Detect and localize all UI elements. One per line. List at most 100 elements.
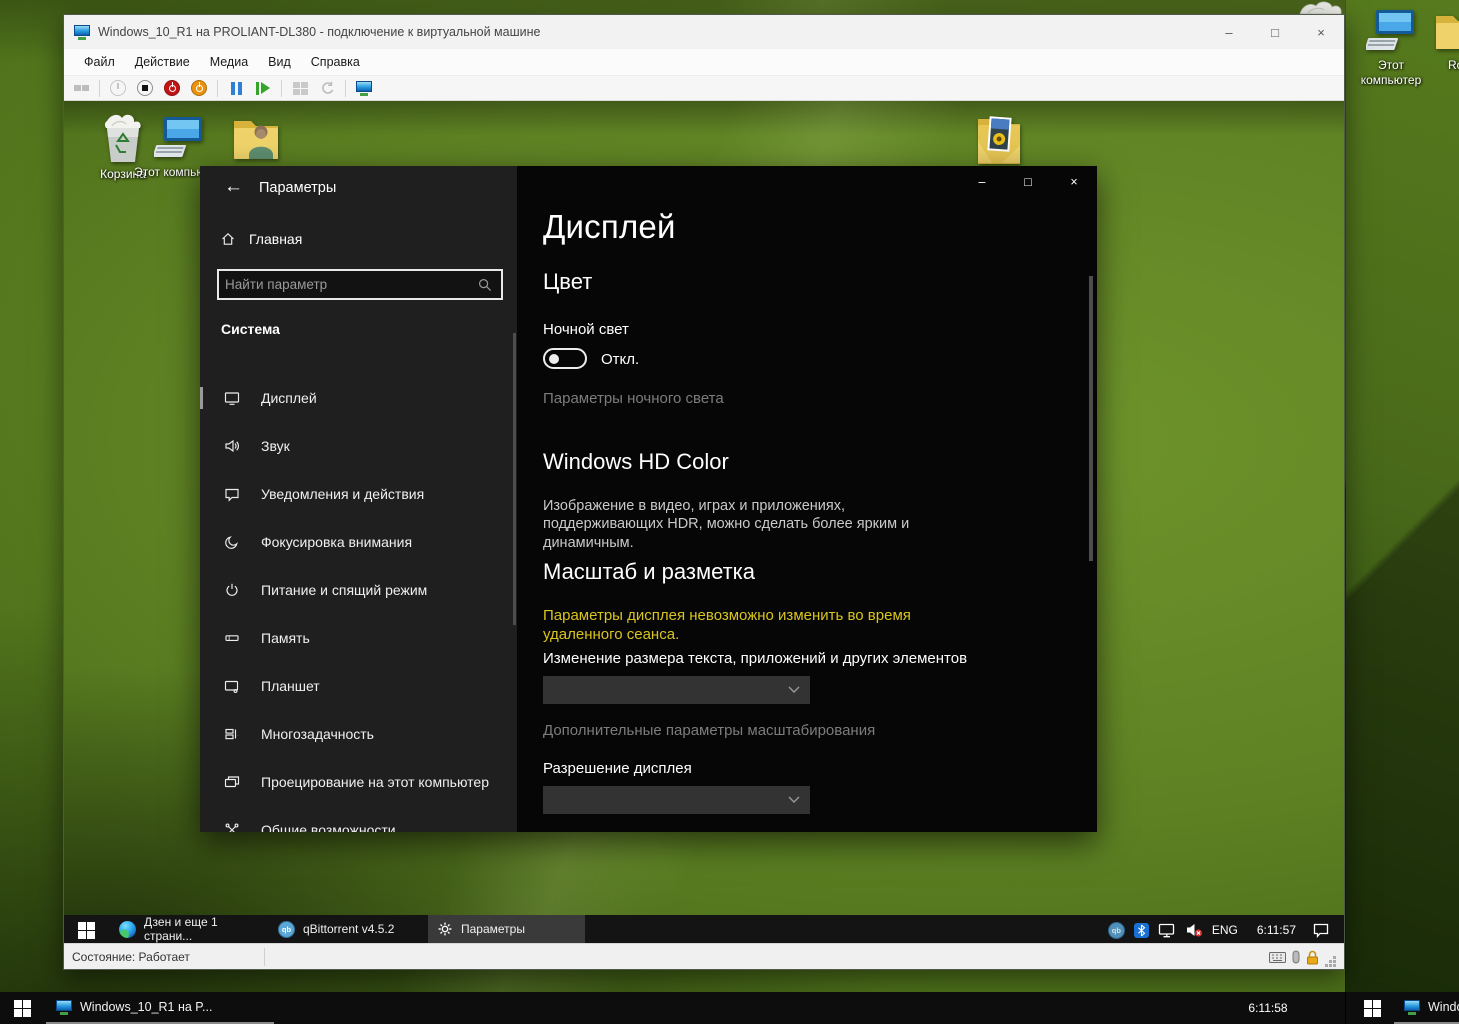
scale-dropdown[interactable] — [543, 676, 810, 704]
sidebar-item-sound[interactable]: Звук — [200, 422, 517, 470]
computer-icon — [154, 115, 204, 161]
hyperv-status-bar: Состояние: Работает — [64, 943, 1344, 969]
host-recycle-bin-paper[interactable] — [1296, 0, 1344, 14]
sidebar-item-multitasking[interactable]: Многозадачность — [200, 710, 517, 758]
user-folder-icon — [230, 115, 280, 163]
keyboard-icon — [1269, 952, 1286, 963]
vm-desktop-icon-pictures-folder[interactable] — [954, 111, 1044, 167]
action-center-icon[interactable] — [1312, 922, 1330, 938]
sidebar-item-projecting[interactable]: Проецирование на этот компьютер — [200, 758, 517, 806]
home-icon — [220, 231, 236, 247]
language-indicator[interactable]: ENG — [1212, 923, 1238, 937]
checkpoint-icon[interactable] — [291, 79, 309, 97]
taskbar-button-label: qBittorrent v4.5.2 — [303, 922, 394, 936]
shared-experiences-icon — [224, 822, 240, 832]
host-taskbar-button-vmconnect-monitor2[interactable]: Windows_10_R1 на P. — [1394, 992, 1459, 1024]
sound-icon — [224, 438, 240, 454]
vm-taskbar-button-edge[interactable]: Дзен и еще 1 страни... — [110, 915, 267, 945]
hyperv-minimize-button[interactable]: – — [1206, 15, 1252, 49]
vm-desktop-icon-user-folder[interactable] — [210, 115, 300, 163]
remote-session-warning: Параметры дисплея невозможно изменить во… — [543, 607, 983, 645]
content-scrollbar[interactable] — [1089, 276, 1093, 561]
sidebar-item-tablet[interactable]: Планшет — [200, 662, 517, 710]
icon-label: Этот компьютер — [1352, 58, 1430, 88]
night-light-state: Откл. — [601, 351, 639, 368]
bluetooth-icon[interactable] — [1134, 923, 1149, 938]
revert-icon[interactable] — [318, 79, 336, 97]
display-icon — [224, 390, 240, 406]
taskbar-button-label: Windows_10_R1 на P. — [1428, 1000, 1459, 1014]
host-clock[interactable]: 6:11:58 — [1226, 992, 1310, 1024]
shutdown-vm-icon[interactable] — [163, 79, 181, 97]
sidebar-item-notifications[interactable]: Уведомления и действия — [200, 470, 517, 518]
search-input[interactable] — [219, 277, 477, 292]
host-desktop-icon-folder-ron[interactable]: Ron — [1424, 10, 1459, 73]
resize-grip[interactable] — [1325, 956, 1336, 967]
resolution-label: Разрешение дисплея — [543, 760, 692, 777]
vm-taskbar: Дзен и еще 1 страни... qb qBittorrent v4… — [64, 915, 1344, 945]
vm-taskbar-button-qbittorrent[interactable]: qb qBittorrent v4.5.2 — [269, 915, 426, 945]
menu-help[interactable]: Справка — [301, 51, 370, 73]
host-start-button[interactable] — [0, 992, 44, 1024]
sidebar-item-power-sleep[interactable]: Питание и спящий режим — [200, 566, 517, 614]
sidebar-item-focus-assist[interactable]: Фокусировка внимания — [200, 518, 517, 566]
hyperv-close-button[interactable]: × — [1298, 15, 1344, 49]
enhanced-session-icon[interactable] — [355, 79, 373, 97]
vm-start-button[interactable] — [64, 915, 108, 945]
save-vm-icon[interactable] — [190, 79, 208, 97]
nav-label: Фокусировка внимания — [261, 534, 412, 550]
network-icon[interactable] — [1158, 922, 1176, 938]
pictures-folder-icon — [973, 111, 1025, 167]
host-taskbar-button-vmconnect[interactable]: Windows_10_R1 на P... — [46, 992, 274, 1024]
hyperv-app-icon — [1404, 1000, 1420, 1015]
start-vm-icon[interactable] — [109, 79, 127, 97]
hyperv-menu-bar: Файл Действие Медиа Вид Справка — [64, 49, 1344, 76]
night-light-toggle[interactable] — [543, 348, 587, 369]
sidebar-item-storage[interactable]: Память — [200, 614, 517, 662]
chevron-down-icon — [788, 796, 800, 804]
vm-clock[interactable]: 6:11:57 — [1257, 923, 1296, 937]
menu-view[interactable]: Вид — [258, 51, 301, 73]
lock-icon — [1306, 950, 1319, 965]
settings-window: ← Параметры Главная Система — [200, 166, 1097, 832]
ctrl-alt-del-icon[interactable] — [72, 79, 90, 97]
settings-minimize-button[interactable]: – — [959, 166, 1005, 197]
advanced-scaling-link[interactable]: Дополнительные параметры масштабирования — [543, 722, 875, 739]
back-arrow-icon[interactable]: ← — [216, 172, 251, 202]
nav-label: Дисплей — [261, 390, 317, 406]
resume-vm-icon[interactable] — [254, 79, 272, 97]
sidebar-scrollbar[interactable] — [513, 333, 516, 625]
pause-vm-icon[interactable] — [227, 79, 245, 97]
night-light-settings-link[interactable]: Параметры ночного света — [543, 390, 724, 407]
hyperv-app-icon — [56, 1000, 72, 1015]
hyperv-toolbar — [64, 76, 1344, 101]
nav-label: Память — [261, 630, 310, 646]
menu-action[interactable]: Действие — [125, 51, 200, 73]
status-separator — [264, 948, 265, 966]
qbittorrent-tray-icon[interactable]: qb — [1108, 922, 1125, 939]
menu-media[interactable]: Медиа — [200, 51, 258, 73]
sidebar-nav: Дисплей Звук Уведомления и действия — [200, 374, 517, 832]
settings-close-button[interactable]: × — [1051, 166, 1097, 197]
resolution-dropdown[interactable] — [543, 786, 810, 814]
nav-label: Питание и спящий режим — [261, 582, 427, 598]
sidebar-item-shared-experiences[interactable]: Общие возможности — [200, 806, 517, 832]
volume-muted-icon[interactable] — [1185, 922, 1203, 938]
nav-label: Многозадачность — [261, 726, 374, 742]
taskbar-button-label: Параметры — [461, 922, 525, 936]
vm-state-text: Состояние: Работает — [64, 950, 198, 964]
vm-taskbar-button-settings[interactable]: Параметры — [428, 915, 585, 945]
hyperv-maximize-button[interactable]: □ — [1252, 15, 1298, 49]
hyperv-title-bar[interactable]: Windows_10_R1 на PROLIANT-DL380 - подклю… — [64, 15, 1344, 49]
settings-maximize-button[interactable]: □ — [1005, 166, 1051, 197]
settings-search-box — [217, 269, 503, 300]
sidebar-item-display[interactable]: Дисплей — [200, 374, 517, 422]
hyperv-window-title: Windows_10_R1 на PROLIANT-DL380 - подклю… — [98, 25, 540, 39]
search-icon[interactable] — [477, 277, 493, 293]
host-start-button-monitor2[interactable] — [1350, 992, 1394, 1024]
turn-off-vm-icon[interactable] — [136, 79, 154, 97]
chevron-down-icon — [788, 686, 800, 694]
sidebar-item-home[interactable]: Главная — [220, 226, 302, 252]
host-desktop-icon-this-pc[interactable]: Этот компьютер — [1352, 8, 1430, 88]
menu-file[interactable]: Файл — [74, 51, 125, 73]
